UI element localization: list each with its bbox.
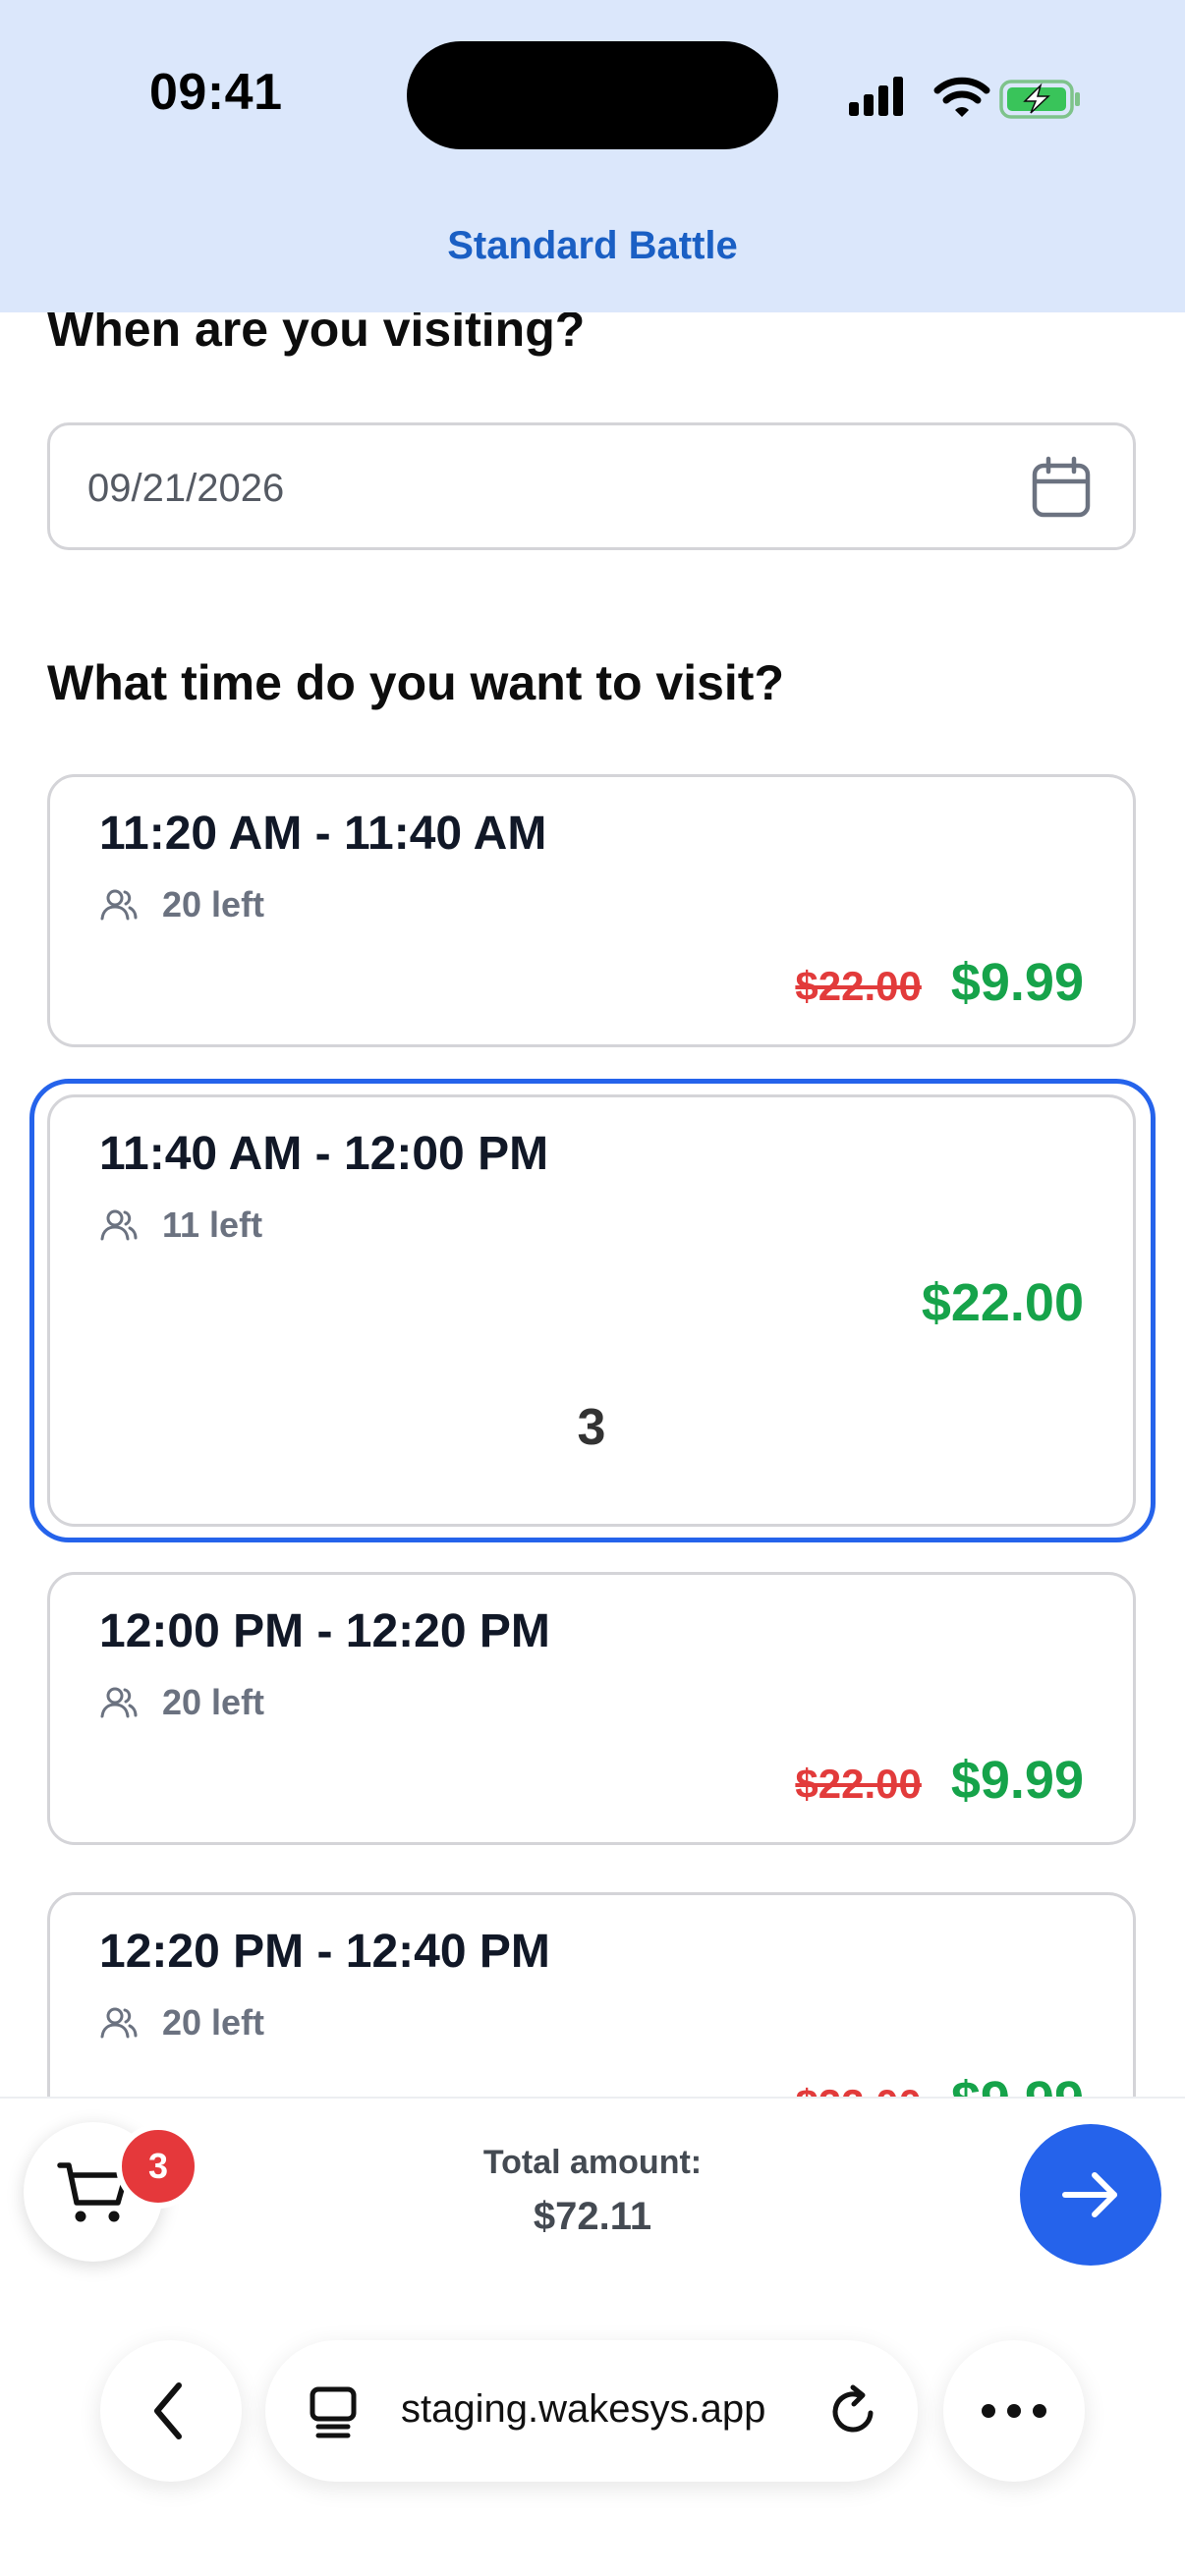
price-row: $22.00 $9.99: [795, 1750, 1084, 1811]
slot-left-count: 11 left: [162, 1204, 263, 1245]
slot-time: 12:00 PM - 12:20 PM: [99, 1605, 550, 1657]
people-icon: [100, 1687, 138, 1718]
slot-left-count: 20 left: [162, 2002, 265, 2043]
price-row: $22.00: [922, 1272, 1084, 1333]
time-slot-2-selected[interactable]: 11:40 AM - 12:00 PM 11 left $22.00 3: [47, 1094, 1136, 1527]
slot-availability: 11 left: [99, 1204, 262, 1247]
screen: 11:20 AM - 11:40 AM 20 left $22.00 $9.99…: [0, 0, 1185, 2576]
more-options-button[interactable]: [943, 2340, 1085, 2482]
chevron-left-icon: [154, 2382, 182, 2439]
time-section-title: What time do you want to visit?: [47, 655, 784, 710]
slot-left-count: 20 left: [162, 884, 265, 924]
total-label: Total amount:: [482, 2144, 703, 2181]
total-amount: $72.11: [533, 2195, 652, 2238]
tab-view-icon: [310, 2386, 357, 2438]
browser-back-button[interactable]: [100, 2340, 242, 2482]
status-time: 09:41: [149, 64, 283, 121]
price: $9.99: [950, 953, 1084, 1012]
reload-icon[interactable]: [827, 2383, 880, 2438]
more-icon: [982, 2404, 1046, 2418]
status-icons: [849, 77, 1080, 119]
old-price: $22.00: [795, 1761, 922, 1807]
price-row: $22.00 $9.99: [795, 952, 1084, 1013]
price: $22.00: [921, 1273, 1084, 1332]
people-icon: [100, 2007, 138, 2039]
quantity-value[interactable]: 3: [50, 1398, 1133, 1457]
battery-icon: [999, 80, 1080, 119]
page-title: Standard Battle: [447, 224, 738, 267]
checkout-bar: 3 Total amount: $72.11 staging.wakesys.a…: [0, 2097, 1185, 2576]
people-icon: [100, 889, 138, 921]
slot-availability: 20 left: [99, 1681, 264, 1724]
date-value: 09/21/2026: [87, 467, 285, 510]
url-text: staging.wakesys.app: [401, 2387, 766, 2431]
calendar-icon[interactable]: [1029, 455, 1094, 520]
signal-icon: [849, 77, 903, 116]
slot-left-count: 20 left: [162, 1682, 265, 1722]
next-button[interactable]: [1020, 2124, 1161, 2266]
people-icon: [100, 1209, 138, 1241]
time-slot-1[interactable]: 11:20 AM - 11:40 AM 20 left $22.00 $9.99: [47, 774, 1136, 1047]
slot-time: 11:20 AM - 11:40 AM: [99, 808, 547, 860]
dynamic-island: [407, 41, 778, 149]
slot-availability: 20 left: [99, 883, 264, 926]
slot-time: 12:20 PM - 12:40 PM: [99, 1926, 550, 1978]
address-bar[interactable]: staging.wakesys.app: [265, 2340, 918, 2482]
slot-availability: 20 left: [99, 2001, 264, 2044]
old-price: $22.00: [795, 963, 922, 1009]
time-slot-3[interactable]: 12:00 PM - 12:20 PM 20 left $22.00 $9.99: [47, 1572, 1136, 1845]
arrow-right-icon: [1062, 2172, 1117, 2217]
wifi-icon: [933, 77, 990, 117]
price: $9.99: [950, 1751, 1084, 1810]
date-input[interactable]: 09/21/2026: [47, 422, 1136, 550]
app-header: 09:41 Standard Battle: [0, 0, 1185, 312]
slot-time: 11:40 AM - 12:00 PM: [99, 1128, 549, 1180]
